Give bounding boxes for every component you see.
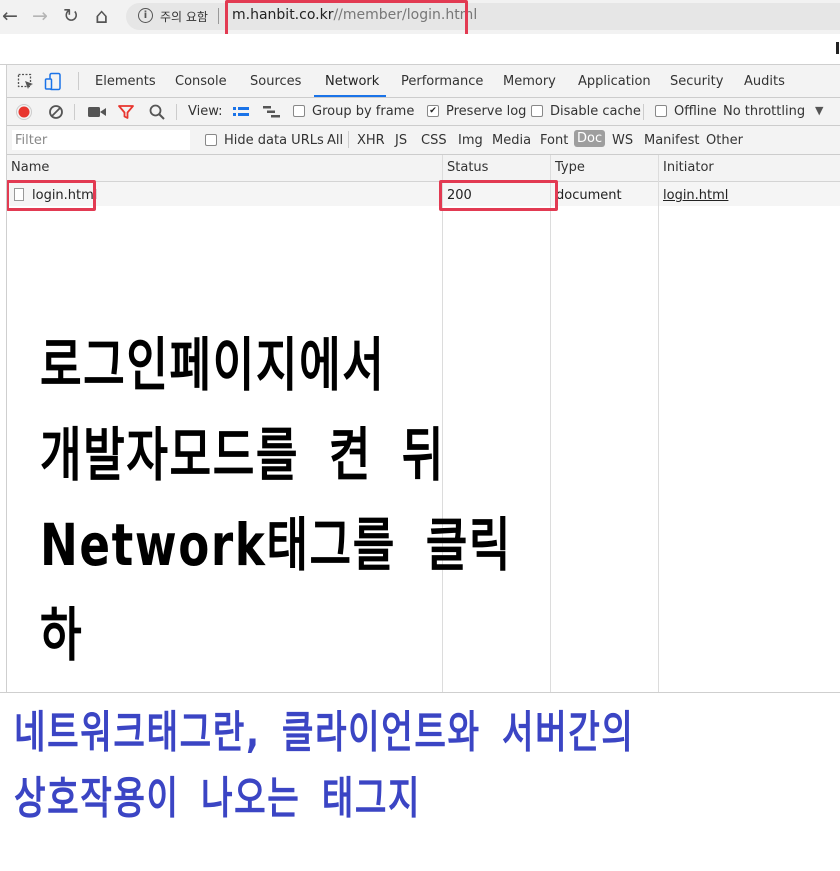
view-label: View: xyxy=(188,104,223,119)
filter-input[interactable] xyxy=(12,130,190,150)
tab-performance[interactable]: Performance xyxy=(401,74,483,89)
chevron-down-icon[interactable]: ▼ xyxy=(815,104,823,117)
filter-type-css[interactable]: CSS xyxy=(421,133,447,148)
video-camera-icon[interactable] xyxy=(87,105,107,119)
forward-icon[interactable]: → xyxy=(32,4,48,28)
inspect-element-icon[interactable] xyxy=(17,73,35,91)
tab-sources[interactable]: Sources xyxy=(250,74,301,89)
filter-type-doc[interactable]: Doc xyxy=(574,130,606,147)
search-icon[interactable] xyxy=(148,103,166,121)
filter-type-img[interactable]: Img xyxy=(458,133,483,148)
group-by-frame-label: Group by frame xyxy=(312,104,415,119)
filter-type-all[interactable]: All xyxy=(327,133,343,148)
record-icon[interactable] xyxy=(15,103,33,121)
tab-elements[interactable]: Elements xyxy=(95,74,156,89)
back-icon[interactable]: ← xyxy=(2,4,18,28)
disable-cache-checkbox[interactable] xyxy=(531,105,543,117)
waterfall-icon[interactable] xyxy=(262,105,282,119)
toolbar-divider xyxy=(176,104,177,120)
filter-type-xhr[interactable]: XHR xyxy=(357,133,385,148)
hide-data-urls-label: Hide data URLs xyxy=(224,133,324,148)
caption-note: 네트워크태그란, 클라이언트와 서버간의 상호작용이 나오는 태그지 xyxy=(14,707,635,824)
tab-application[interactable]: Application xyxy=(578,74,651,89)
tab-security[interactable]: Security xyxy=(670,74,723,89)
tab-memory[interactable]: Memory xyxy=(503,74,556,89)
offline-checkbox[interactable] xyxy=(655,105,667,117)
column-status[interactable]: Status xyxy=(447,160,488,175)
column-type[interactable]: Type xyxy=(555,160,585,175)
column-divider xyxy=(550,155,551,692)
tab-audits[interactable]: Audits xyxy=(744,74,785,89)
large-rows-icon[interactable] xyxy=(232,105,250,119)
clear-icon[interactable] xyxy=(48,104,64,120)
filter-type-js[interactable]: JS xyxy=(395,133,407,148)
reload-icon[interactable]: ↻ xyxy=(63,4,79,28)
toolbar-divider xyxy=(643,104,644,120)
home-icon[interactable]: ⌂ xyxy=(95,4,108,28)
devtools-left-border xyxy=(6,64,7,692)
row-type: document xyxy=(556,188,622,203)
filter-type-doc-label: Doc xyxy=(574,130,606,147)
filter-type-ws[interactable]: WS xyxy=(612,133,633,148)
filter-divider xyxy=(348,131,349,148)
hide-data-urls-checkbox[interactable] xyxy=(205,134,217,146)
filter-type-font[interactable]: Font xyxy=(540,133,568,148)
url-divider xyxy=(218,8,219,24)
group-by-frame-checkbox[interactable] xyxy=(293,105,305,117)
scroll-edge xyxy=(836,42,839,54)
active-tab-indicator xyxy=(314,95,386,97)
status-highlight-box xyxy=(439,180,558,211)
table-header xyxy=(6,155,840,182)
column-initiator[interactable]: Initiator xyxy=(663,160,714,175)
filter-type-manifest[interactable]: Manifest xyxy=(644,133,699,148)
url-highlight-box xyxy=(225,0,468,37)
column-name[interactable]: Name xyxy=(11,160,49,175)
preserve-log-label: Preserve log xyxy=(446,104,527,119)
offline-label: Offline xyxy=(674,104,717,119)
name-highlight-box xyxy=(6,180,96,211)
device-toolbar-icon[interactable] xyxy=(44,72,64,92)
filter-icon[interactable] xyxy=(117,103,135,121)
toolbar-divider xyxy=(74,104,75,120)
tab-divider xyxy=(78,72,79,90)
info-icon[interactable]: i xyxy=(138,8,153,23)
filter-type-other[interactable]: Other xyxy=(706,133,743,148)
row-initiator-link[interactable]: login.html xyxy=(663,188,728,203)
security-label[interactable]: 주의 요함 xyxy=(160,8,208,25)
tab-network[interactable]: Network xyxy=(325,74,379,89)
column-divider xyxy=(658,155,659,692)
filter-type-media[interactable]: Media xyxy=(492,133,531,148)
disable-cache-label: Disable cache xyxy=(550,104,641,119)
page-strip xyxy=(0,34,840,58)
preserve-log-checkbox[interactable]: ✔ xyxy=(427,105,439,117)
throttling-select[interactable]: No throttling xyxy=(723,104,805,119)
tab-console[interactable]: Console xyxy=(175,74,227,89)
